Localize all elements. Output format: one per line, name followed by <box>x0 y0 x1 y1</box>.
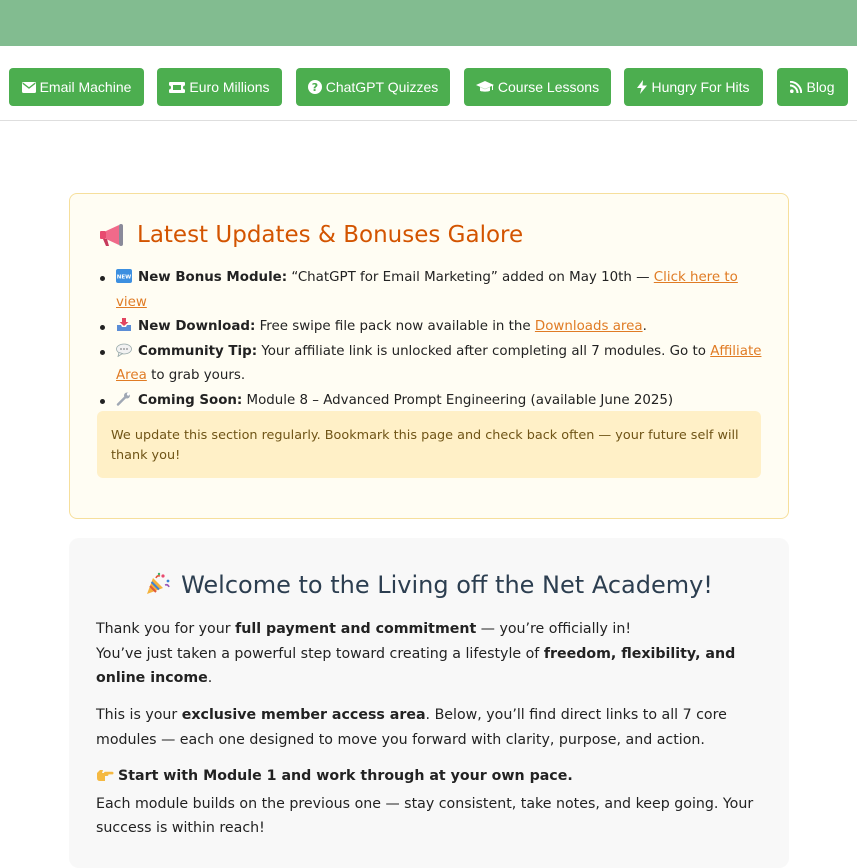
list-item: NEW New Bonus Module: “ChatGPT for Email… <box>100 266 766 315</box>
text: Thank you for your <box>96 621 231 637</box>
text: You’ve just taken a powerful step toward… <box>96 645 540 662</box>
bold-text: Start with Module 1 and work through at … <box>118 768 573 784</box>
updates-title-text: Latest Updates & Bonuses Galore <box>137 222 524 248</box>
nav-item-label: Euro Millions <box>189 79 270 95</box>
update-label: Coming Soon: <box>138 392 243 408</box>
text: — you’re officially in! <box>480 621 632 637</box>
update-after-text: . <box>642 319 647 334</box>
megaphone-icon <box>99 223 127 247</box>
nav-email-machine-button[interactable]: Email Machine <box>9 68 144 106</box>
welcome-panel: Welcome to the Living off the Net Academ… <box>69 538 789 868</box>
new-badge-icon: NEW <box>116 268 132 283</box>
envelope-icon <box>21 81 36 93</box>
downloads-area-link[interactable]: Downloads area <box>535 319 643 334</box>
update-text: “ChatGPT for Email Marketing” added on M… <box>291 270 650 285</box>
text: . <box>207 670 213 686</box>
update-label: New Download: <box>138 319 256 334</box>
text: This is your <box>96 707 178 723</box>
nav-item-label: Blog <box>806 79 835 95</box>
question-circle-icon: ? <box>307 80 322 94</box>
list-item: New Download: Free swipe file pack now a… <box>100 315 766 340</box>
main-nav: Email Machine Euro Millions ? ChatGPT Qu… <box>0 46 857 121</box>
party-popper-icon <box>145 572 171 602</box>
welcome-paragraph-2: This is your exclusive member access are… <box>96 703 766 752</box>
rss-icon <box>790 81 803 93</box>
update-label: Community Tip: <box>138 343 258 359</box>
graduation-cap-icon <box>475 81 494 93</box>
inbox-tray-icon <box>116 317 132 331</box>
svg-text:?: ? <box>312 81 318 94</box>
speech-bubble-icon <box>116 342 132 357</box>
welcome-title-text: Welcome to the Living off the Net Academ… <box>181 571 713 599</box>
pointing-hand-icon <box>96 767 114 792</box>
nav-chatgpt-quizzes-button[interactable]: ? ChatGPT Quizzes <box>296 68 450 106</box>
bolt-icon <box>637 80 648 94</box>
updates-note: We update this section regularly. Bookma… <box>97 411 761 478</box>
text: Each module builds on the previous one —… <box>96 795 754 837</box>
ticket-icon <box>169 81 186 93</box>
nav-item-label: Email Machine <box>39 79 132 95</box>
nav-blog-button[interactable]: Blog <box>777 68 848 106</box>
updates-title: Latest Updates & Bonuses Galore <box>99 222 523 248</box>
welcome-paragraph-3: Start with Module 1 and work through at … <box>96 764 766 841</box>
top-header-bar <box>0 0 857 46</box>
bold-text: exclusive member access area <box>181 707 426 723</box>
list-item: Coming Soon: Module 8 – Advanced Prompt … <box>100 389 766 414</box>
wrench-icon <box>116 391 132 406</box>
nav-euro-millions-button[interactable]: Euro Millions <box>157 68 282 106</box>
updates-panel: Latest Updates & Bonuses Galore NEW New … <box>69 193 789 519</box>
bold-text: full payment and commitment <box>235 621 477 637</box>
svg-text:NEW: NEW <box>117 275 131 281</box>
update-after-text: to grab yours. <box>151 368 246 383</box>
nav-item-label: Course Lessons <box>497 79 600 95</box>
update-text: Module 8 – Advanced Prompt Engineering (… <box>246 392 674 408</box>
nav-course-lessons-button[interactable]: Course Lessons <box>464 68 611 106</box>
updates-list: NEW New Bonus Module: “ChatGPT for Email… <box>100 266 766 414</box>
nav-item-label: Hungry For Hits <box>651 79 750 95</box>
nav-hungry-for-hits-button[interactable]: Hungry For Hits <box>624 68 763 106</box>
welcome-title: Welcome to the Living off the Net Academ… <box>69 571 789 602</box>
list-item: Community Tip: Your affiliate link is un… <box>100 340 766 389</box>
update-text: Free swipe file pack now available in th… <box>259 319 531 334</box>
welcome-paragraph-1: Thank you for your full payment and comm… <box>96 617 766 691</box>
update-text: Your affiliate link is unlocked after co… <box>261 343 706 359</box>
nav-item-label: ChatGPT Quizzes <box>325 79 439 95</box>
update-label: New Bonus Module: <box>138 270 288 285</box>
